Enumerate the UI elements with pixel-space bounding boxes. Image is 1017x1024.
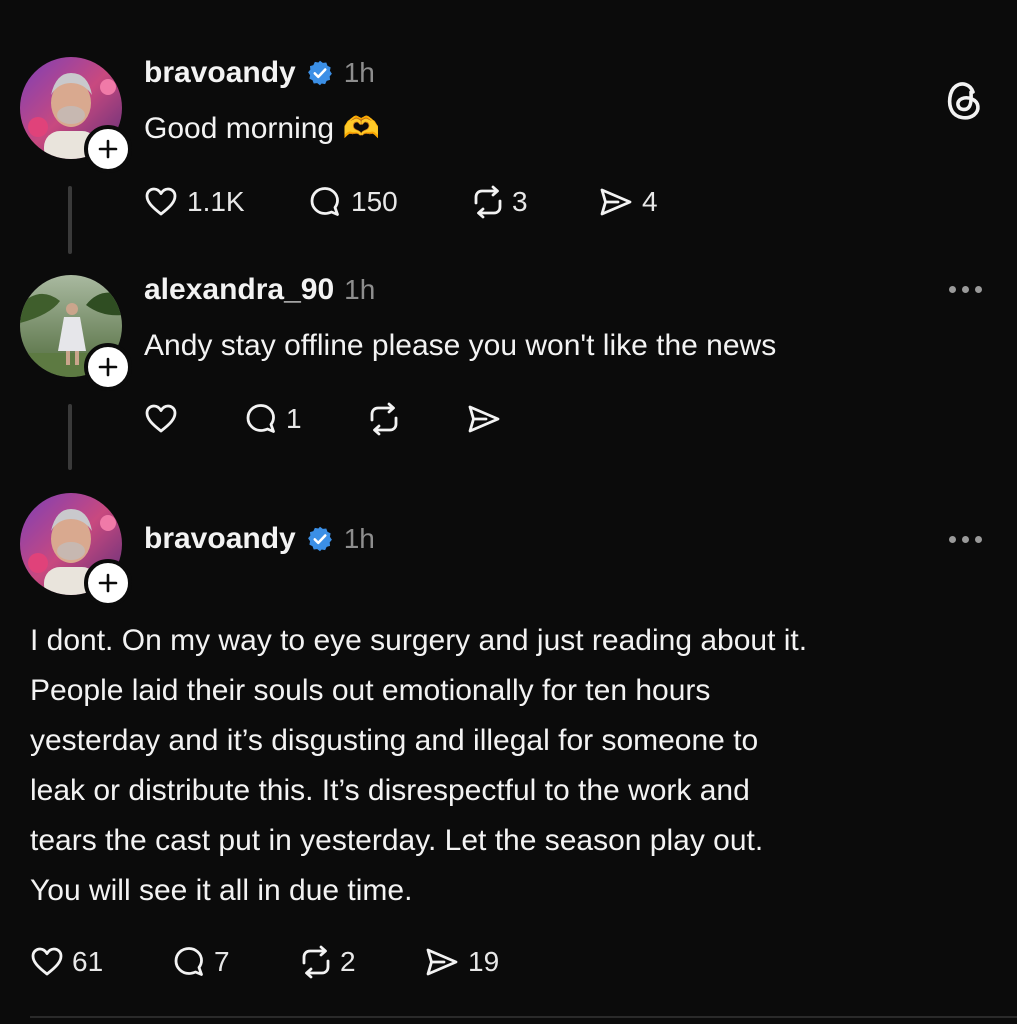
username[interactable]: bravoandy xyxy=(144,56,296,90)
post-actions: 1.1K 150 3 4 xyxy=(144,182,658,222)
follow-plus-icon[interactable] xyxy=(84,343,132,391)
send-icon xyxy=(426,948,458,976)
more-dots-icon[interactable] xyxy=(949,286,982,293)
send-icon xyxy=(468,405,500,433)
reply-count: 150 xyxy=(351,186,398,217)
comment-icon xyxy=(174,947,203,976)
repost-icon xyxy=(474,185,502,219)
share-button[interactable]: 4 xyxy=(598,186,658,218)
post-actions: 61 7 2 19 xyxy=(30,942,499,982)
like-button[interactable]: 61 xyxy=(30,946,172,978)
repost-count: 3 xyxy=(512,186,528,217)
post-text-line: tears the cast put in yesterday. Let the… xyxy=(30,824,764,857)
post-header: alexandra_90 1h xyxy=(144,271,375,309)
username[interactable]: alexandra_90 xyxy=(144,273,334,307)
repost-button[interactable]: 3 xyxy=(470,185,598,219)
reply-count: 1 xyxy=(286,403,302,434)
share-button[interactable]: 19 xyxy=(424,946,499,978)
follow-plus-icon[interactable] xyxy=(84,125,132,173)
thread-line xyxy=(68,404,72,470)
share-button[interactable] xyxy=(466,403,502,435)
repost-button[interactable]: 2 xyxy=(298,945,424,979)
repost-count: 2 xyxy=(340,946,356,977)
comment-icon xyxy=(246,404,275,433)
heart-icon xyxy=(145,187,177,216)
heart-icon xyxy=(31,947,63,976)
repost-icon xyxy=(370,402,398,436)
like-count: 1.1K xyxy=(187,186,245,217)
post-text: Good morning 🫶 xyxy=(144,112,380,145)
share-count: 19 xyxy=(468,946,500,977)
repost-icon xyxy=(302,945,330,979)
comment-icon xyxy=(310,187,339,216)
username[interactable]: bravoandy xyxy=(144,522,296,556)
timestamp: 1h xyxy=(343,523,375,554)
threads-logo-icon[interactable] xyxy=(944,78,984,127)
more-dots-icon[interactable] xyxy=(949,536,982,543)
reply-count: 7 xyxy=(214,946,230,977)
post-actions: 1 xyxy=(144,399,502,439)
verified-badge-icon xyxy=(307,60,332,86)
post-text-line: leak or distribute this. It’s disrespect… xyxy=(30,774,750,807)
timestamp: 1h xyxy=(343,57,375,88)
post-text-line: yesterday and it’s disgusting and illega… xyxy=(30,724,759,757)
share-count: 4 xyxy=(642,186,658,217)
post-text-line: I dont. On my way to eye surgery and jus… xyxy=(30,624,808,657)
like-button[interactable] xyxy=(144,403,244,435)
post-text-line: People laid their souls out emotionally … xyxy=(30,674,711,707)
reply-button[interactable]: 7 xyxy=(172,945,298,979)
post-text: Andy stay offline please you won't like … xyxy=(144,329,777,362)
timestamp: 1h xyxy=(344,274,376,305)
post-text-line: You will see it all in due time. xyxy=(30,874,413,907)
repost-button[interactable] xyxy=(366,402,466,436)
reply-button[interactable]: 150 xyxy=(308,185,470,219)
post-text: I dont. On my way to eye surgery and jus… xyxy=(30,616,1000,916)
divider xyxy=(30,1016,1017,1018)
send-icon xyxy=(600,188,632,216)
like-count: 61 xyxy=(72,946,104,977)
verified-badge-icon xyxy=(307,526,332,552)
post-header: bravoandy 1h xyxy=(144,520,375,558)
thread-line xyxy=(68,186,72,254)
heart-icon xyxy=(145,404,177,433)
follow-plus-icon[interactable] xyxy=(84,559,132,607)
post-header: bravoandy 1h xyxy=(144,54,375,92)
like-button[interactable]: 1.1K xyxy=(144,186,308,218)
reply-button[interactable]: 1 xyxy=(244,402,366,436)
